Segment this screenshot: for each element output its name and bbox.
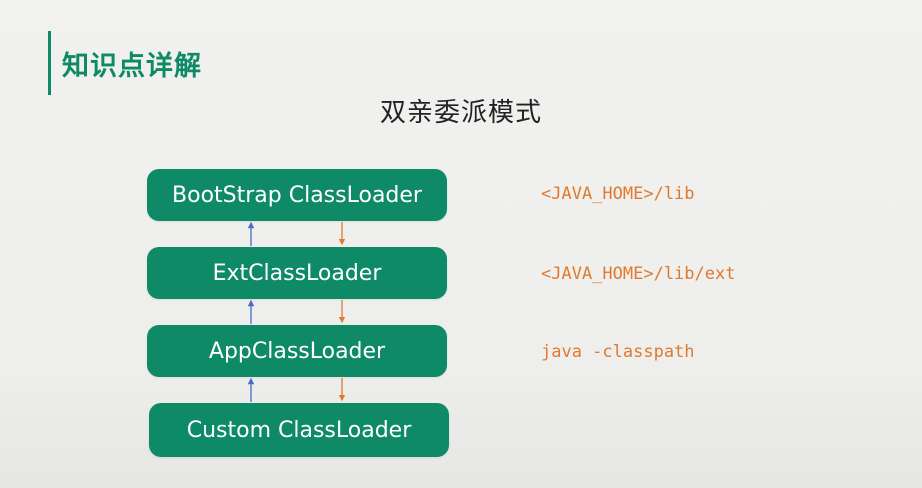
main-title-text: 双亲委派模式 (379, 98, 542, 128)
app-classloader-box: AppClassLoader (147, 325, 447, 377)
main-title: 双亲委派模式 (0, 92, 922, 129)
ext-path-label: <JAVA_HOME>/lib/ext (541, 264, 736, 284)
bootstrap-classloader-box: BootStrap ClassLoader (147, 169, 447, 221)
app-classloader-label: AppClassLoader (208, 338, 386, 364)
custom-classloader-box: Custom ClassLoader (149, 403, 449, 457)
custom-classloader-label: Custom ClassLoader (186, 417, 412, 443)
slide: 知识点详解 双亲委派模式 BootStrap ClassLoader ExtCl… (0, 0, 922, 488)
section-title: 知识点详解 (62, 51, 202, 82)
ext-classloader-label: ExtClassLoader (212, 260, 382, 286)
section-accent-bar (48, 31, 51, 95)
bootstrap-path-label: <JAVA_HOME>/lib (541, 184, 695, 204)
bootstrap-classloader-label: BootStrap ClassLoader (172, 182, 422, 208)
app-path-label: java -classpath (541, 342, 695, 362)
ext-classloader-box: ExtClassLoader (147, 247, 447, 299)
